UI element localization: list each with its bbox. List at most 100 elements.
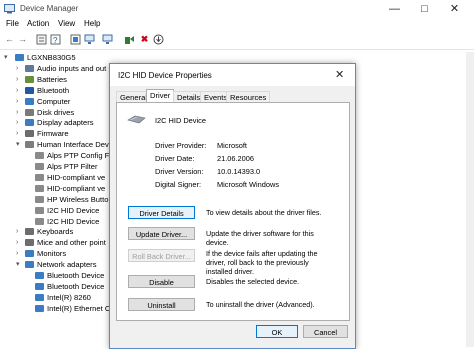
disable-desc: Disables the selected device. — [206, 277, 300, 286]
properties-dialog: I2C HID Device Properties ✕ General Driv… — [109, 63, 356, 349]
tree-item-label: Computer — [37, 96, 71, 106]
update-driver-icon[interactable] — [124, 34, 135, 45]
roll-back-driver-button[interactable]: Roll Back Driver... — [128, 249, 195, 262]
menu-view[interactable]: View — [58, 19, 75, 28]
toolbar: ← → ? ✖ — [0, 31, 474, 50]
tree-item-label: Alps PTP Config F — [47, 151, 110, 161]
tree-item-label: Monitors — [37, 249, 67, 259]
dialog-close-icon[interactable]: ✕ — [335, 68, 344, 81]
hid-device-icon — [35, 217, 44, 225]
network-icon — [25, 261, 34, 269]
monitor-icon[interactable] — [102, 34, 113, 45]
update-driver-button[interactable]: Update Driver... — [128, 227, 195, 240]
field-label: Driver Version: — [155, 167, 204, 176]
tree-item-label: Bluetooth — [37, 85, 70, 95]
field-label: Digital Signer: — [155, 180, 202, 189]
tree-item-label: HID-compliant ve — [47, 183, 106, 193]
title-bar: Device Manager — □ ✕ — [0, 0, 474, 18]
monitor-icon[interactable] — [84, 34, 95, 45]
tree-item-label: Batteries — [37, 74, 67, 84]
tree-item-label: Intel(R) Ethernet C — [47, 303, 111, 313]
audio-icon — [25, 64, 34, 72]
tree-item-label: Display adapters — [37, 118, 94, 128]
field-value: Microsoft — [217, 141, 247, 150]
chevron-right-icon[interactable]: › — [16, 74, 24, 85]
menu-file[interactable]: File — [6, 19, 19, 28]
tree-item-label: I2C HID Device — [47, 205, 100, 215]
tree-item-label: Bluetooth Device — [47, 281, 105, 291]
chevron-right-icon[interactable]: › — [16, 226, 24, 237]
tree-item-label: Human Interface Dev — [37, 140, 109, 150]
update-driver-desc: Update the driver software for this devi… — [206, 229, 314, 247]
field-value: 21.06.2006 — [217, 154, 254, 163]
chevron-right-icon[interactable]: › — [16, 128, 24, 139]
firmware-icon — [25, 130, 34, 138]
disable-button[interactable]: Disable — [128, 275, 195, 288]
battery-icon — [25, 75, 34, 83]
chevron-down-icon[interactable]: ▾ — [16, 139, 24, 150]
tree-item-label: I2C HID Device — [47, 216, 100, 226]
maximize-button[interactable]: □ — [410, 0, 439, 18]
hid-device-icon — [35, 173, 44, 181]
driver-details-button[interactable]: Driver Details — [128, 206, 195, 219]
back-arrow-icon[interactable]: ← — [4, 34, 15, 45]
tree-scrollbar[interactable] — [466, 52, 474, 347]
tree-item-label: Audio inputs and out — [37, 63, 107, 73]
hid-device-icon — [35, 184, 44, 192]
tree-item-label: HP Wireless Butto — [47, 194, 109, 204]
ok-button[interactable]: OK — [256, 325, 298, 338]
tree-item-label: Intel(R) 8260 — [47, 292, 91, 302]
menu-bar: File Action View Help — [0, 18, 474, 31]
chevron-down-icon[interactable]: ▾ — [4, 52, 12, 63]
menu-help[interactable]: Help — [84, 19, 100, 28]
uninstall-icon[interactable]: ✖ — [139, 34, 150, 45]
uninstall-button[interactable]: Uninstall — [128, 298, 195, 311]
device-manager-icon — [4, 4, 15, 14]
roll-back-driver-desc: If the device fails after updating the d… — [206, 249, 318, 276]
disk-icon — [25, 108, 34, 116]
close-button[interactable]: ✕ — [440, 0, 469, 18]
network-adapter-icon — [35, 293, 44, 301]
computer-icon — [15, 54, 24, 61]
computer-icon — [25, 97, 34, 105]
hid-device-icon — [127, 114, 147, 126]
hid-device-icon — [35, 206, 44, 214]
download-icon[interactable] — [153, 34, 164, 45]
dialog-title: I2C HID Device Properties — [118, 71, 212, 80]
properties-icon[interactable] — [36, 34, 47, 45]
scan-icon[interactable] — [70, 34, 81, 45]
tree-item-label: Bluetooth Device — [47, 271, 105, 280]
cancel-button[interactable]: Cancel — [303, 325, 348, 338]
driver-details-desc: To view details about the driver files. — [206, 208, 322, 217]
chevron-down-icon[interactable]: ▾ — [16, 259, 24, 270]
field-value: 10.0.14393.0 — [217, 167, 261, 176]
chevron-right-icon[interactable]: › — [16, 63, 24, 74]
minimize-button[interactable]: — — [380, 0, 409, 18]
network-adapter-icon — [35, 272, 44, 279]
hid-icon — [25, 141, 34, 149]
field-label: Driver Date: — [155, 154, 195, 163]
tree-item-label: Firmware — [37, 129, 69, 139]
chevron-right-icon[interactable]: › — [16, 85, 24, 96]
display-icon — [25, 119, 34, 127]
tree-item-label: Disk drives — [37, 107, 75, 117]
forward-arrow-icon[interactable]: → — [17, 34, 28, 45]
tree-item-label: HID-compliant ve — [47, 172, 106, 182]
hid-device-icon — [35, 195, 44, 203]
svg-text:?: ? — [53, 36, 58, 45]
chevron-right-icon[interactable]: › — [16, 96, 24, 107]
chevron-right-icon[interactable]: › — [16, 248, 24, 259]
driver-tab-panel: I2C HID Device Driver Provider: Microsof… — [116, 102, 350, 321]
help-icon[interactable]: ? — [50, 34, 61, 45]
keyboard-icon — [25, 228, 34, 236]
chevron-right-icon[interactable]: › — [16, 117, 24, 128]
hid-device-icon — [35, 152, 44, 160]
menu-action[interactable]: Action — [27, 19, 49, 28]
chevron-right-icon[interactable]: › — [16, 107, 24, 118]
tree-item-label: Network adapters — [37, 260, 97, 270]
tree-item-label: Mice and other point — [37, 238, 106, 248]
device-name: I2C HID Device — [155, 116, 206, 125]
chevron-right-icon[interactable]: › — [16, 237, 24, 248]
hid-device-icon — [35, 163, 44, 170]
uninstall-desc: To uninstall the driver (Advanced). — [206, 300, 315, 309]
